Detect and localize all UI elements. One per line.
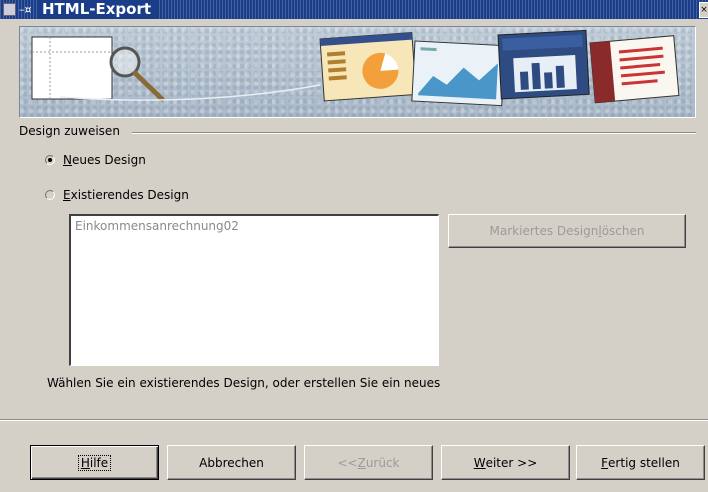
delete-design-button[interactable]: Markiertes Design l öschen bbox=[448, 214, 686, 248]
banner-graphic bbox=[31, 29, 680, 107]
footer-divider bbox=[0, 419, 708, 421]
radio-new-design-label: Neues Design bbox=[63, 153, 146, 167]
radio-new-design-indicator[interactable] bbox=[45, 155, 55, 165]
group-divider bbox=[132, 132, 696, 134]
app-icon[interactable] bbox=[3, 3, 16, 16]
finish-button[interactable]: Fertig stellen bbox=[576, 445, 705, 480]
hint-text: Wählen Sie ein existierendes Design, ode… bbox=[47, 376, 441, 390]
list-item[interactable]: Einkommensanrechnung02 bbox=[71, 216, 438, 236]
radio-existing-design-label: Existierendes Design bbox=[63, 188, 189, 202]
window-title: HTML-Export bbox=[38, 0, 158, 19]
close-icon[interactable]: × bbox=[699, 2, 708, 18]
help-button[interactable]: Hilfe bbox=[30, 445, 159, 480]
next-button[interactable]: Weiter >> bbox=[441, 445, 570, 480]
design-list[interactable]: Einkommensanrechnung02 bbox=[69, 214, 439, 366]
back-button[interactable]: << Zurück bbox=[304, 445, 433, 480]
title-bar[interactable]: –¤ HTML-Export × bbox=[0, 0, 708, 19]
radio-existing-design[interactable]: Existierendes Design bbox=[45, 188, 189, 202]
title-icons: –¤ bbox=[3, 2, 32, 17]
radio-existing-design-indicator[interactable] bbox=[45, 190, 55, 200]
radio-new-design[interactable]: Neues Design bbox=[45, 153, 146, 167]
cancel-button[interactable]: Abbrechen bbox=[167, 445, 296, 480]
pin-icon[interactable]: –¤ bbox=[19, 2, 32, 17]
group-label: Design zuweisen bbox=[19, 124, 124, 138]
banner-illustration bbox=[19, 26, 696, 118]
